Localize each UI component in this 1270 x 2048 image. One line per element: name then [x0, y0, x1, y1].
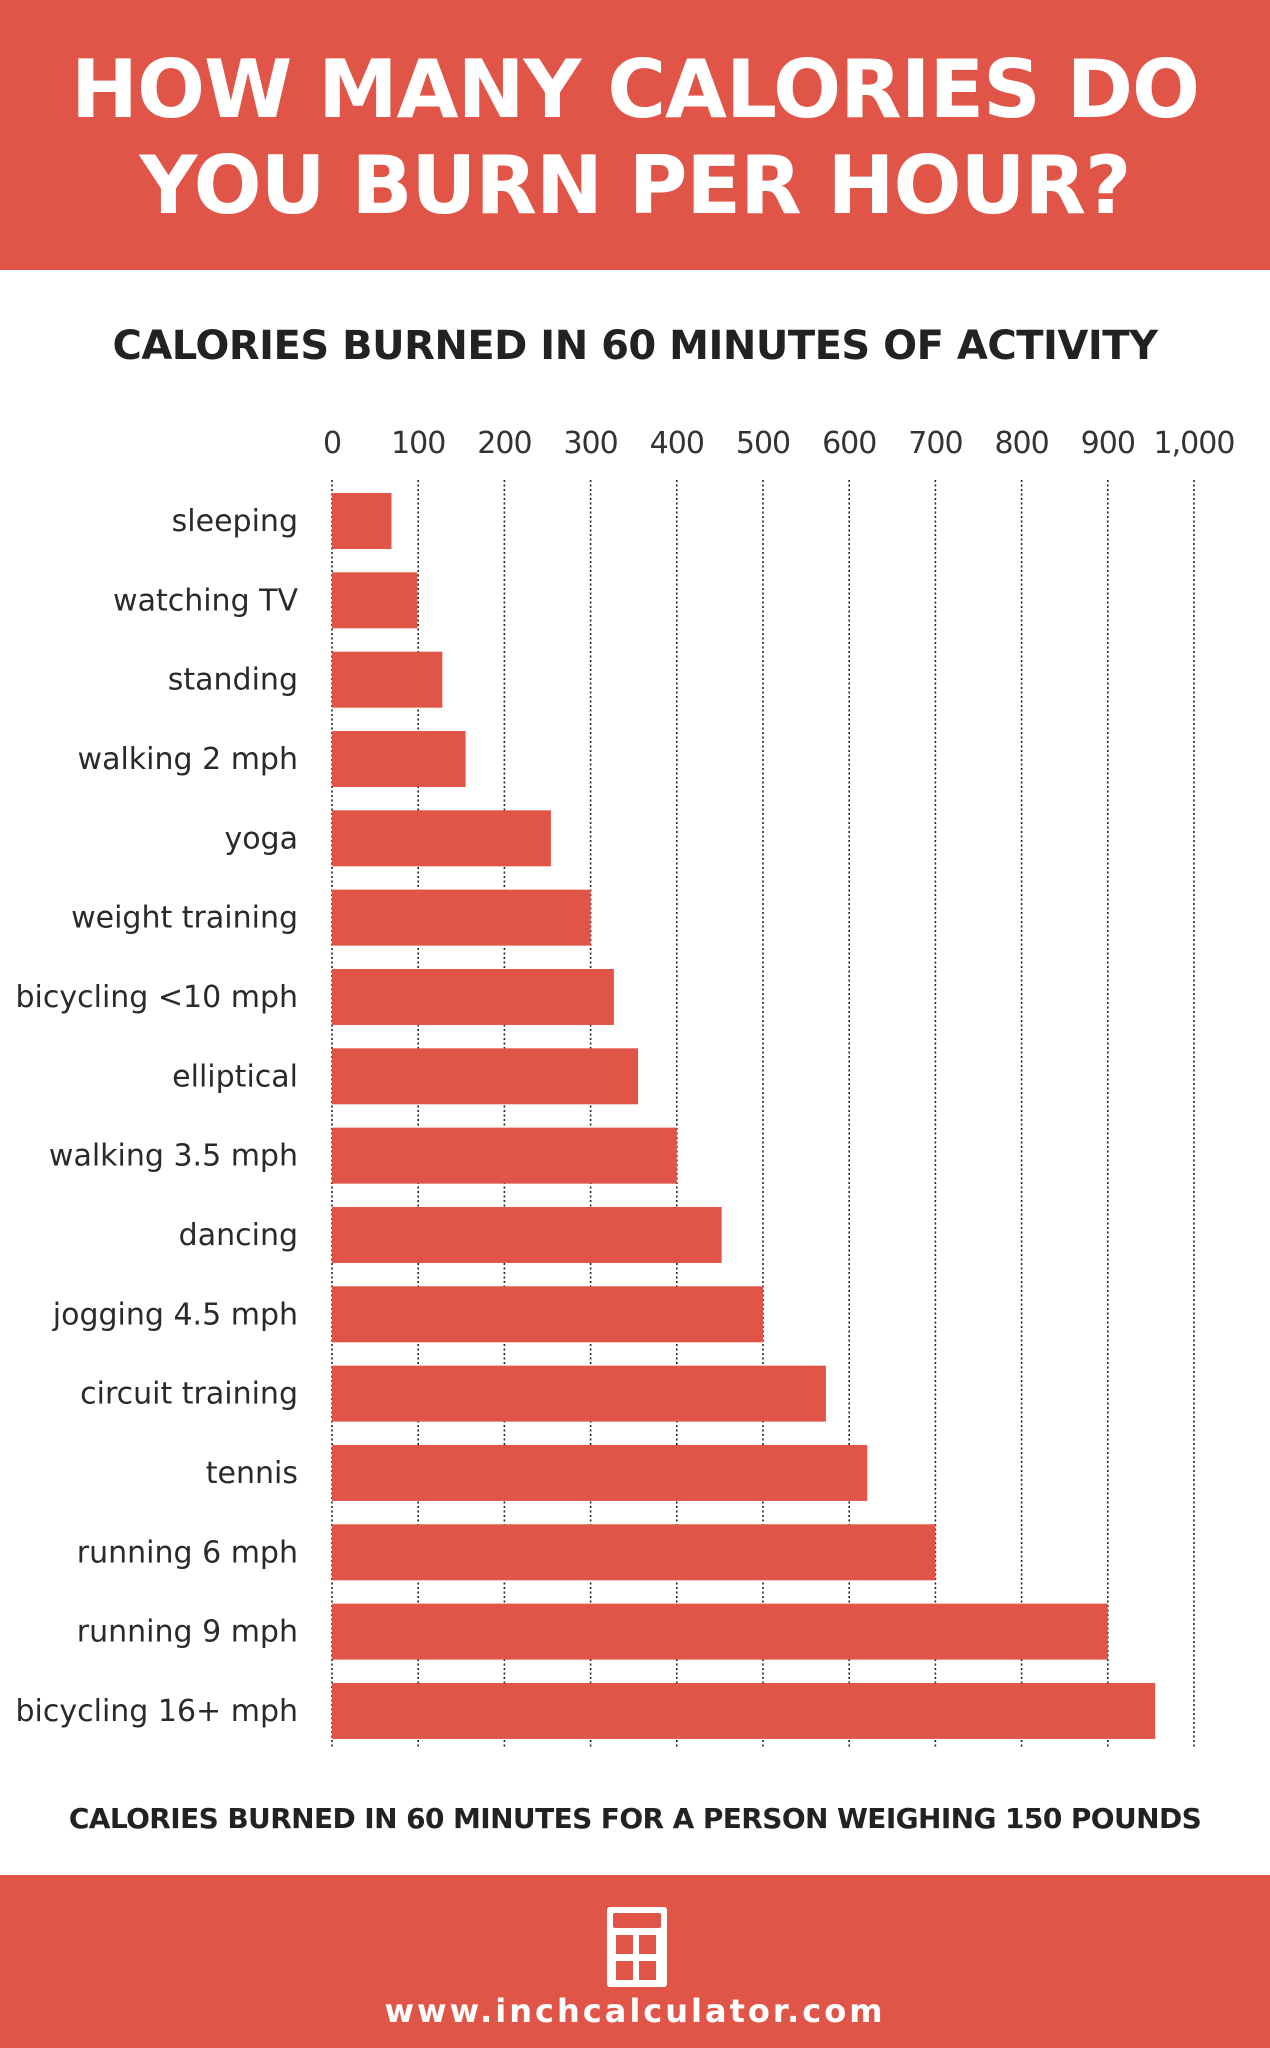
- bars: [332, 493, 1156, 1739]
- x-tick-label: 300: [563, 426, 617, 461]
- footer-banner: www.inchcalculator.com: [0, 1875, 1270, 2048]
- bar: [332, 1286, 763, 1343]
- category-label: elliptical: [172, 1059, 298, 1094]
- category-label: watching TV: [113, 583, 298, 618]
- category-label: sleeping: [172, 504, 298, 539]
- bar: [332, 968, 614, 1025]
- category-label: walking 3.5 mph: [49, 1139, 298, 1174]
- category-label: walking 2 mph: [78, 742, 298, 777]
- x-tick-label: 0: [323, 426, 341, 461]
- x-tick-label: 700: [908, 426, 962, 461]
- calculator-icon: [607, 1907, 667, 1987]
- bar: [332, 1524, 936, 1581]
- x-tick-label: 900: [1081, 426, 1135, 461]
- bar: [332, 1603, 1108, 1660]
- bar: [332, 889, 591, 946]
- category-labels: sleeping watching TV standing walking 2 mph…: [15, 504, 298, 1729]
- bar: [332, 1682, 1156, 1739]
- bar-chart: 0 100 200 300 400 500 600 700 800 900 1,000 sleepi…: [15, 426, 1235, 1748]
- category-label: weight training: [71, 901, 298, 936]
- x-tick-label: 800: [994, 426, 1048, 461]
- category-label: bicycling <10 mph: [15, 980, 298, 1015]
- bar: [332, 810, 551, 867]
- bar: [332, 493, 392, 549]
- bar: [332, 1048, 639, 1105]
- website-link[interactable]: www.inchcalculator.com: [0, 1989, 1270, 2033]
- category-label: running 9 mph: [77, 1615, 298, 1650]
- category-label: standing: [168, 663, 298, 698]
- category-label: circuit training: [80, 1377, 298, 1412]
- category-label: bicycling 16+ mph: [15, 1694, 298, 1729]
- x-tick-label: 600: [822, 426, 876, 461]
- bar: [332, 730, 466, 787]
- x-tick-label: 100: [391, 426, 445, 461]
- chart-caption: CALORIES BURNED IN 60 MINUTES FOR A PERS…: [68, 1802, 1202, 1835]
- bar: [332, 1127, 677, 1184]
- category-label: tennis: [206, 1456, 298, 1491]
- x-tick-label: 1,000: [1154, 426, 1235, 461]
- category-label: yoga: [224, 821, 298, 856]
- bar: [332, 1365, 826, 1422]
- bar: [332, 1206, 722, 1263]
- bar: [332, 651, 443, 708]
- category-label: running 6 mph: [77, 1535, 298, 1570]
- bar: [332, 572, 418, 629]
- x-tick-label: 400: [650, 426, 704, 461]
- bar: [332, 1444, 868, 1501]
- x-tick-label: 200: [477, 426, 531, 461]
- x-axis-ticks: 0 100 200 300 400 500 600 700 800 900 1,000: [323, 426, 1235, 461]
- category-label: jogging 4.5 mph: [52, 1297, 298, 1332]
- category-label: dancing: [179, 1218, 298, 1253]
- x-tick-label: 500: [736, 426, 790, 461]
